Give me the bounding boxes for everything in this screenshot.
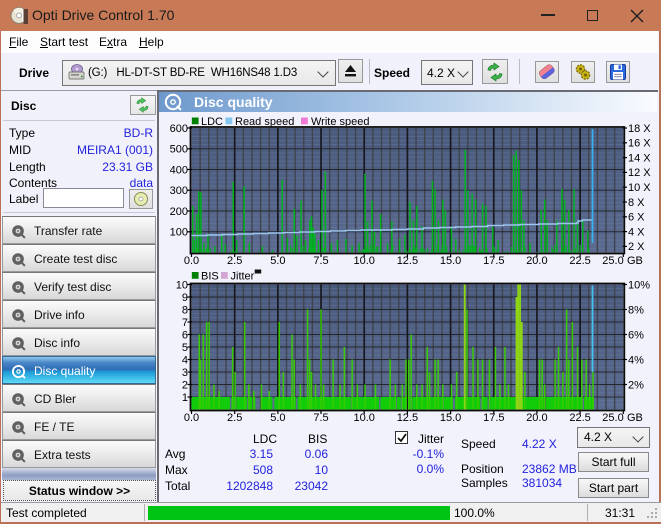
svg-text:3: 3: [182, 367, 188, 379]
svg-text:10%: 10%: [628, 279, 650, 291]
svg-text:8 X: 8 X: [628, 197, 645, 209]
svg-text:4 X: 4 X: [628, 226, 645, 238]
svg-text:300: 300: [170, 185, 188, 197]
svg-text:8%: 8%: [628, 304, 644, 316]
svg-text:GB: GB: [627, 255, 643, 267]
svg-text:Jitter: Jitter: [231, 271, 255, 283]
svg-text:25.0: 25.0: [602, 412, 623, 424]
svg-text:10: 10: [176, 279, 188, 291]
svg-text:600: 600: [170, 123, 188, 135]
svg-text:5: 5: [182, 342, 188, 354]
svg-text:18 X: 18 X: [628, 123, 651, 135]
svg-text:GB: GB: [627, 412, 643, 424]
svg-text:14 X: 14 X: [628, 152, 651, 164]
svg-text:500: 500: [170, 144, 188, 156]
svg-text:4%: 4%: [628, 354, 644, 366]
svg-text:2 X: 2 X: [628, 241, 645, 253]
svg-text:100: 100: [170, 227, 188, 239]
svg-text:16 X: 16 X: [628, 138, 651, 150]
svg-text:6%: 6%: [628, 329, 644, 341]
svg-text:200: 200: [170, 206, 188, 218]
svg-text:9: 9: [182, 292, 188, 304]
svg-text:1: 1: [182, 392, 188, 404]
svg-text:7: 7: [182, 317, 188, 329]
svg-text:4: 4: [182, 354, 188, 366]
svg-text:400: 400: [170, 164, 188, 176]
svg-text:6: 6: [182, 329, 188, 341]
svg-text:25.0: 25.0: [602, 255, 623, 267]
svg-text:2: 2: [182, 379, 188, 391]
svg-text:BIS: BIS: [201, 271, 219, 283]
svg-text:12 X: 12 X: [628, 167, 651, 179]
svg-text:10 X: 10 X: [628, 182, 651, 194]
svg-text:6 X: 6 X: [628, 212, 645, 224]
svg-text:8: 8: [182, 304, 188, 316]
svg-text:2%: 2%: [628, 379, 644, 391]
